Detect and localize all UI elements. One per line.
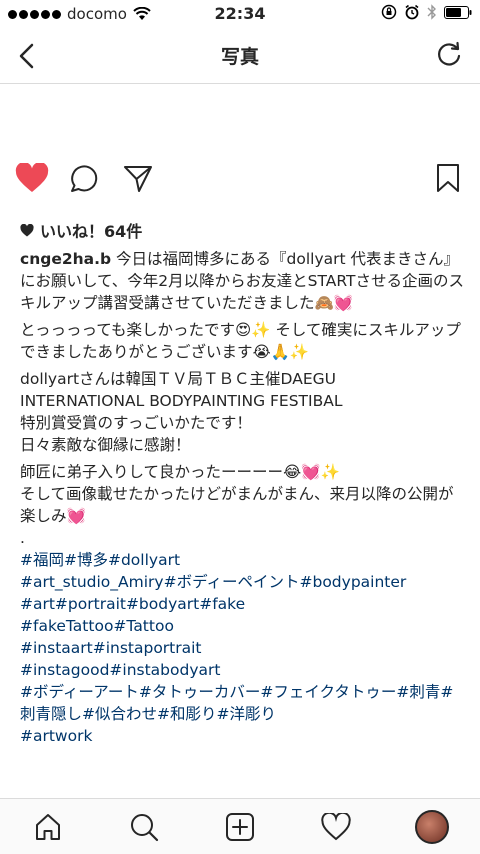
share-button[interactable] xyxy=(118,158,158,198)
home-icon xyxy=(36,814,60,840)
tab-activity[interactable] xyxy=(316,807,356,847)
send-icon xyxy=(124,166,152,192)
post-username[interactable]: cnge2ha.b xyxy=(20,250,111,268)
page-title: 写真 xyxy=(220,46,259,68)
hashtag-line[interactable]: #art#portrait#bodyart#fake xyxy=(20,593,465,615)
caption-line: cnge2ha.b 今日は福岡博多にある『dollyart 代表まきさん』にお願… xyxy=(20,250,464,312)
bluetooth-icon xyxy=(427,4,436,20)
comment-icon xyxy=(71,165,98,192)
rotation-lock-icon xyxy=(381,4,397,20)
search-icon xyxy=(131,814,159,842)
hashtag-line[interactable]: #ボディーアート#タトゥーカバー#フェイクタトゥー#刺青#刺青隠し#似合わせ#和… xyxy=(20,681,465,725)
hashtag-line[interactable]: #instagood#instabodyart xyxy=(20,659,465,681)
tab-new-post[interactable] xyxy=(220,807,260,847)
battery-icon xyxy=(444,5,472,19)
add-post-icon xyxy=(226,813,254,841)
hashtag-line[interactable]: #art_studio_Amiry#ボディーペイント#bodypainter xyxy=(20,571,465,593)
status-right xyxy=(381,4,472,20)
like-button[interactable] xyxy=(12,158,52,198)
nav-bar: 写真 xyxy=(0,28,480,84)
bottom-tab-bar xyxy=(0,798,480,854)
tab-search[interactable] xyxy=(124,807,164,847)
hashtag-line[interactable]: #fakeTattoo#Tattoo xyxy=(20,615,465,637)
caption-line: とっっっっても楽しかったです😍✨ そして確実にスキルアップできましたありがとうご… xyxy=(20,321,461,361)
caption-line: 特別賞受賞のすっごいかたです！ xyxy=(20,414,252,432)
refresh-icon xyxy=(438,41,461,66)
caption-line: . xyxy=(20,529,25,547)
tab-profile[interactable] xyxy=(412,807,452,847)
caption-line: 師匠に弟子入りして良かったーーーー😂💓✨ xyxy=(20,463,340,481)
caption-line: 日々素敵な御縁に感謝！ xyxy=(20,436,191,454)
caption-line: そして画像載せたかったけどがまんがまん、来月以降の公開が楽しみ💓 xyxy=(20,485,454,525)
tab-home[interactable] xyxy=(28,807,68,847)
likes-count[interactable]: いいね！64件 xyxy=(20,218,142,242)
post-caption: cnge2ha.b 今日は福岡博多にある『dollyart 代表まきさん』にお願… xyxy=(20,248,465,747)
comment-button[interactable] xyxy=(64,158,104,198)
heart-outline-icon xyxy=(321,813,351,841)
heart-filled-icon xyxy=(15,163,49,192)
caption-line: dollyartさんは韓国ＴＶ局ＴＢＣ主催DAEGU INTERNATIONAL… xyxy=(20,370,343,410)
hashtag-line[interactable]: #artwork xyxy=(20,725,465,747)
status-bar: docomo 22:34 xyxy=(0,0,480,28)
save-button[interactable] xyxy=(428,158,468,198)
likes-label: いいね！64件 xyxy=(40,222,143,241)
hashtag-list: #福岡#博多#dollyart #art_studio_Amiry#ボディーペイ… xyxy=(20,549,465,747)
heart-small-icon xyxy=(20,223,34,236)
hashtag-line[interactable]: #instaart#instaportrait xyxy=(20,637,465,659)
post-action-bar xyxy=(0,158,480,198)
avatar xyxy=(415,810,449,844)
hashtag-line[interactable]: #福岡#博多#dollyart xyxy=(20,549,465,571)
refresh-button[interactable] xyxy=(434,40,466,72)
alarm-icon xyxy=(405,4,419,20)
bookmark-icon xyxy=(437,164,459,192)
